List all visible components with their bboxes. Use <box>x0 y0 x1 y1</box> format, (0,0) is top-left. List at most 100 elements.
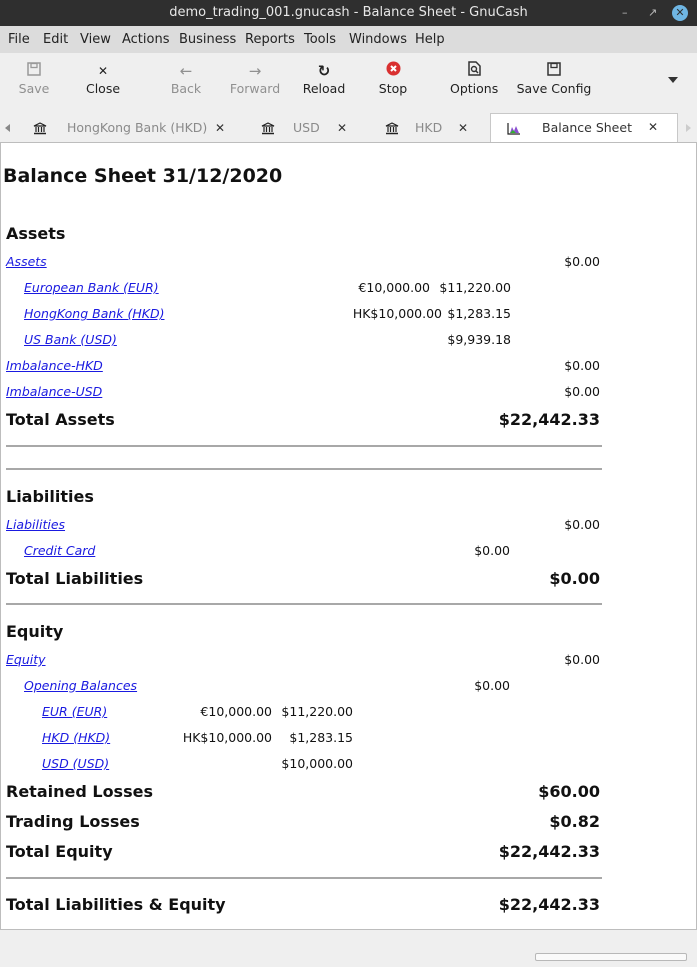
close-icon[interactable]: ✕ <box>672 5 688 21</box>
account-link-opening-balances[interactable]: Opening Balances <box>24 678 137 693</box>
account-total: $0.00 <box>564 517 600 532</box>
tab-hongkong-bank[interactable]: HongKong Bank (HKD) ✕ <box>30 113 240 143</box>
trading-losses-value: $0.82 <box>549 812 600 831</box>
tab-label: HongKong Bank (HKD) <box>67 120 208 135</box>
forward-button[interactable]: → Forward <box>227 61 283 96</box>
title-bar: demo_trading_001.gnucash - Balance Sheet… <box>0 0 697 26</box>
account-link-assets[interactable]: Assets <box>6 254 47 269</box>
close-tab-icon[interactable]: ✕ <box>458 113 468 143</box>
options-icon <box>450 61 498 81</box>
close-icon: ✕ <box>97 64 109 78</box>
bank-icon <box>385 122 399 135</box>
back-button[interactable]: ← Back <box>166 61 206 96</box>
reload-button[interactable]: ↻ Reload <box>300 61 348 96</box>
account-total: $0.00 <box>564 384 600 399</box>
account-foreign-amount: €10,000.00 <box>200 704 272 719</box>
account-sub-amount: $11,220.00 <box>281 704 353 719</box>
account-total: $0.00 <box>564 652 600 667</box>
account-link-usd[interactable]: USD (USD) <box>42 756 109 771</box>
save-config-label: Save Config <box>516 81 592 96</box>
account-sub-amount: $9,939.18 <box>447 332 511 347</box>
save-label: Save <box>18 81 50 96</box>
minimize-icon[interactable]: – <box>622 0 628 26</box>
save-button[interactable]: Save <box>14 61 54 96</box>
account-link-hongkong-bank[interactable]: HongKong Bank (HKD) <box>24 306 164 321</box>
grand-total-label: Total Liabilities & Equity <box>6 895 226 914</box>
account-total: $0.00 <box>564 254 600 269</box>
tab-scroll-right-icon[interactable] <box>686 124 691 132</box>
toolbar-overflow-icon[interactable] <box>668 77 678 83</box>
reload-label: Reload <box>302 81 346 96</box>
tab-balance-sheet[interactable]: Balance Sheet ✕ <box>490 113 678 144</box>
menu-windows[interactable]: Windows <box>349 32 407 47</box>
arrow-left-icon: ← <box>179 62 193 80</box>
save-icon <box>14 61 54 81</box>
account-link-us-bank[interactable]: US Bank (USD) <box>24 332 117 347</box>
account-link-imbalance-usd[interactable]: Imbalance-USD <box>6 384 102 399</box>
tab-hkd[interactable]: HKD ✕ <box>383 113 483 143</box>
grand-total-value: $22,442.33 <box>498 895 600 914</box>
menu-bar: File Edit View Actions Business Reports … <box>0 26 697 53</box>
bank-icon <box>261 122 275 135</box>
account-foreign-amount: HK$10,000.00 <box>352 306 442 321</box>
account-link-equity[interactable]: Equity <box>6 652 46 667</box>
assets-heading: Assets <box>6 224 66 243</box>
tab-bar: HongKong Bank (HKD) ✕ USD ✕ HKD ✕ Balanc… <box>0 111 697 144</box>
menu-actions[interactable]: Actions <box>122 32 170 47</box>
account-link-liabilities[interactable]: Liabilities <box>6 517 65 532</box>
tab-usd[interactable]: USD ✕ <box>258 113 358 143</box>
close-tab-icon[interactable]: ✕ <box>215 113 225 143</box>
status-progress-bar <box>535 953 687 961</box>
tab-label: Balance Sheet <box>542 120 632 135</box>
menu-tools[interactable]: Tools <box>304 32 336 47</box>
toolbar: Save ✕ Close ← Back → Forward ↻ Reload S… <box>0 53 697 111</box>
account-link-hkd[interactable]: HKD (HKD) <box>42 730 110 745</box>
menu-file[interactable]: File <box>8 32 30 47</box>
divider <box>6 877 602 879</box>
liabilities-heading: Liabilities <box>6 487 94 506</box>
divider <box>6 468 602 470</box>
retained-losses-label: Retained Losses <box>6 782 153 801</box>
stop-button[interactable]: Stop <box>374 61 412 96</box>
retained-losses-value: $60.00 <box>538 782 600 801</box>
report-view: Balance Sheet 31/12/2020 Assets Assets $… <box>0 142 697 930</box>
tab-scroll-left-icon[interactable] <box>5 124 10 132</box>
account-sub-amount: $11,220.00 <box>439 280 511 295</box>
account-sub-amount: $10,000.00 <box>281 756 353 771</box>
account-sub-amount: $1,283.15 <box>289 730 353 745</box>
trading-losses-label: Trading Losses <box>6 812 140 831</box>
menu-edit[interactable]: Edit <box>43 32 68 47</box>
back-label: Back <box>170 81 202 96</box>
menu-help[interactable]: Help <box>415 32 445 47</box>
divider <box>6 603 602 605</box>
account-foreign-amount: HK$10,000.00 <box>182 730 272 745</box>
total-liabilities-label: Total Liabilities <box>6 569 144 588</box>
menu-business[interactable]: Business <box>179 32 236 47</box>
account-link-eur[interactable]: EUR (EUR) <box>42 704 107 719</box>
save-config-button[interactable]: Save Config <box>516 61 592 96</box>
account-link-european-bank[interactable]: European Bank (EUR) <box>24 280 159 295</box>
account-sub-amount: $1,283.15 <box>447 306 511 321</box>
account-total: $0.00 <box>564 358 600 373</box>
equity-heading: Equity <box>6 622 64 641</box>
total-liabilities-value: $0.00 <box>549 569 600 588</box>
options-button[interactable]: Options <box>450 61 498 96</box>
account-link-credit-card[interactable]: Credit Card <box>24 543 95 558</box>
total-assets-value: $22,442.33 <box>498 410 600 429</box>
maximize-icon[interactable]: ↗ <box>648 0 657 26</box>
account-foreign-amount: €10,000.00 <box>358 280 430 295</box>
total-equity-label: Total Equity <box>6 842 113 861</box>
total-assets-label: Total Assets <box>6 410 115 429</box>
close-button[interactable]: ✕ Close <box>83 61 123 96</box>
menu-reports[interactable]: Reports <box>245 32 295 47</box>
account-sub-amount: $0.00 <box>474 543 510 558</box>
account-link-imbalance-hkd[interactable]: Imbalance-HKD <box>6 358 103 373</box>
close-label: Close <box>85 81 121 96</box>
close-tab-icon[interactable]: ✕ <box>648 120 658 134</box>
menu-view[interactable]: View <box>80 32 111 47</box>
close-tab-icon[interactable]: ✕ <box>337 113 347 143</box>
account-sub-amount: $0.00 <box>474 678 510 693</box>
tab-label: USD <box>293 120 320 135</box>
options-label: Options <box>450 81 499 96</box>
arrow-right-icon: → <box>248 62 262 80</box>
